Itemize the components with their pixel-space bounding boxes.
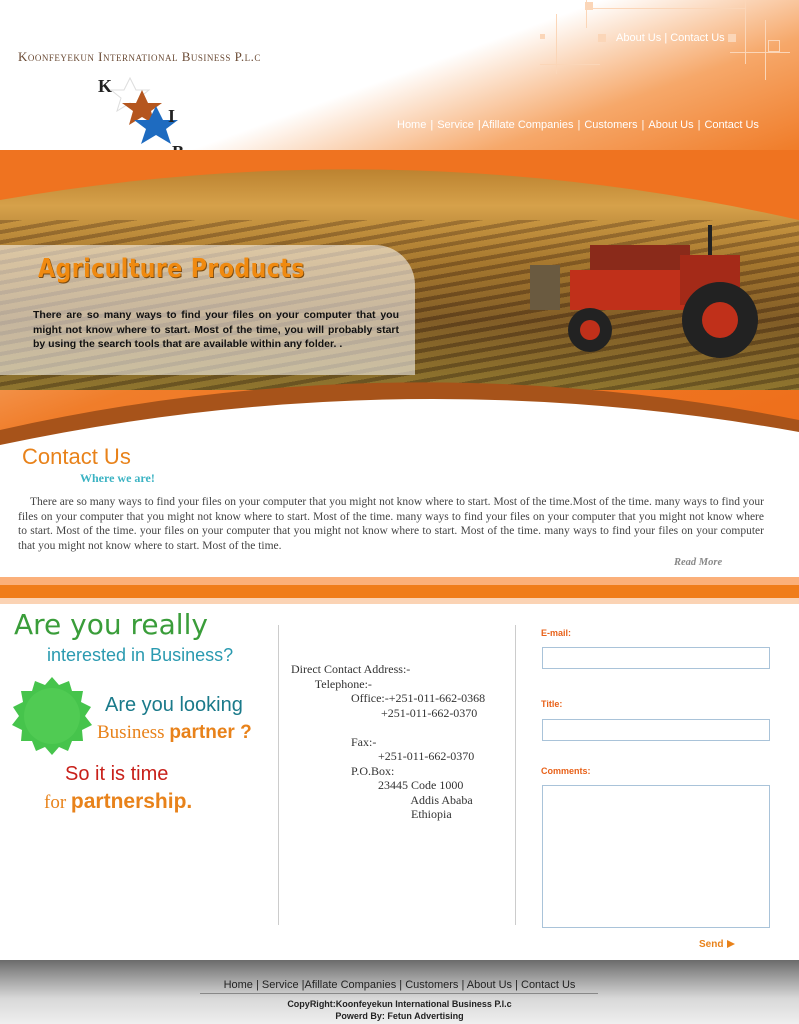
footer-nav-service[interactable]: Service [262, 979, 299, 991]
send-label: Send [699, 939, 724, 950]
contact-body-text: There are so many ways to find your file… [18, 496, 764, 552]
top-nav: About Us | Contact Us [616, 32, 725, 44]
deco-square [768, 40, 780, 52]
nav-home[interactable]: Home [397, 119, 426, 131]
banner-text: There are so many ways to find your file… [33, 309, 399, 350]
powered-by-text: Powerd By: Fetun Advertising [335, 1011, 464, 1021]
tractor-image [530, 225, 758, 358]
divider-bar [0, 598, 799, 604]
send-button[interactable]: Send [699, 939, 736, 950]
deco-line [745, 0, 746, 64]
deco-line [586, 8, 746, 9]
top-nav-about-us[interactable]: About Us [616, 32, 661, 44]
address-line: Office:-+251-011-662-0368 [291, 691, 486, 705]
promo-line-4: Business partner ? [97, 722, 252, 744]
promo-line-2: interested in Business? [47, 645, 234, 665]
arrow-right-icon [727, 940, 736, 949]
copyright-text: CopyRight:Koonfeyekun International Busi… [287, 999, 512, 1009]
main-nav: Home | Service |Afillate Companies | Customer… [397, 119, 759, 131]
footer-nav-about-us[interactable]: About Us [467, 979, 512, 991]
footer-nav: Home | Service |Afillate Companies | Cus… [223, 979, 576, 991]
column-divider [278, 625, 279, 925]
nav-about-us[interactable]: About Us [648, 119, 693, 131]
footer-nav-affiliate-companies[interactable]: Afillate Companies [305, 979, 397, 991]
divider-bar [0, 585, 799, 598]
contact-subtitle: Where we are! [80, 471, 155, 485]
deco-square [585, 2, 593, 10]
promo-line-5: So it is time [65, 763, 169, 785]
nav-affiliate-companies[interactable]: Afillate Companies [482, 119, 574, 131]
address-line: Direct Contact Address:- [291, 662, 411, 676]
nav-service[interactable]: Service [437, 119, 474, 131]
column-divider [515, 625, 516, 925]
logo-letter-i: I [168, 106, 176, 126]
address-line: Fax:- [291, 734, 377, 749]
deco-line [540, 64, 600, 65]
green-seal-icon [12, 677, 92, 755]
nav-contact-us[interactable]: Contact Us [704, 119, 758, 131]
logo-letter-k: K [98, 76, 113, 96]
nav-customers[interactable]: Customers [584, 119, 637, 131]
address-line: +251-011-662-0370 [291, 705, 478, 720]
footer-nav-customers[interactable]: Customers [405, 979, 458, 991]
read-more-link[interactable]: Read More [674, 557, 722, 568]
footer-nav-contact-us[interactable]: Contact Us [521, 979, 575, 991]
brand-name: Koonfeyekun International Business P.l.c [18, 49, 261, 64]
promo-line-3: Are you looking [105, 694, 243, 716]
promo-line-4b: partner ? [169, 722, 252, 743]
contact-title: Contact Us [22, 444, 131, 469]
address-line: +251-011-662-0370 [291, 749, 475, 763]
title-label: Title: [541, 699, 563, 709]
promo-line-6a: for [44, 792, 71, 813]
promo-line-1: Are you really [14, 608, 208, 641]
divider-bar [0, 577, 799, 585]
deco-square [598, 34, 606, 42]
deco-line [730, 52, 790, 53]
promo-line-6: for partnership. [44, 790, 192, 814]
address-line: Telephone:- [291, 676, 372, 691]
contact-address: Direct Contact Address:- Telephone:- Off… [291, 662, 485, 822]
top-nav-contact-us[interactable]: Contact Us [670, 32, 724, 44]
comments-label: Comments: [541, 766, 591, 776]
footer-nav-home[interactable]: Home [224, 979, 253, 991]
email-field[interactable] [542, 647, 770, 669]
address-line: 23445 Code 1000 [291, 778, 464, 792]
banner-top-curve [0, 150, 799, 220]
deco-line [765, 20, 766, 80]
address-line: Addis Ababa [291, 792, 473, 807]
banner-headline: Agriculture Products [38, 254, 305, 284]
address-line: P.O.Box: [291, 763, 395, 778]
promo-line-4a: Business [97, 722, 170, 743]
title-field[interactable] [542, 719, 770, 741]
address-line: Ethiopia [291, 807, 452, 821]
address-line [291, 720, 485, 735]
email-label: E-mail: [541, 628, 572, 638]
promo-line-6b: partnership. [70, 790, 193, 813]
deco-line [556, 14, 557, 74]
deco-square [540, 34, 545, 39]
comments-field[interactable] [542, 785, 770, 928]
footer-divider [200, 993, 598, 994]
